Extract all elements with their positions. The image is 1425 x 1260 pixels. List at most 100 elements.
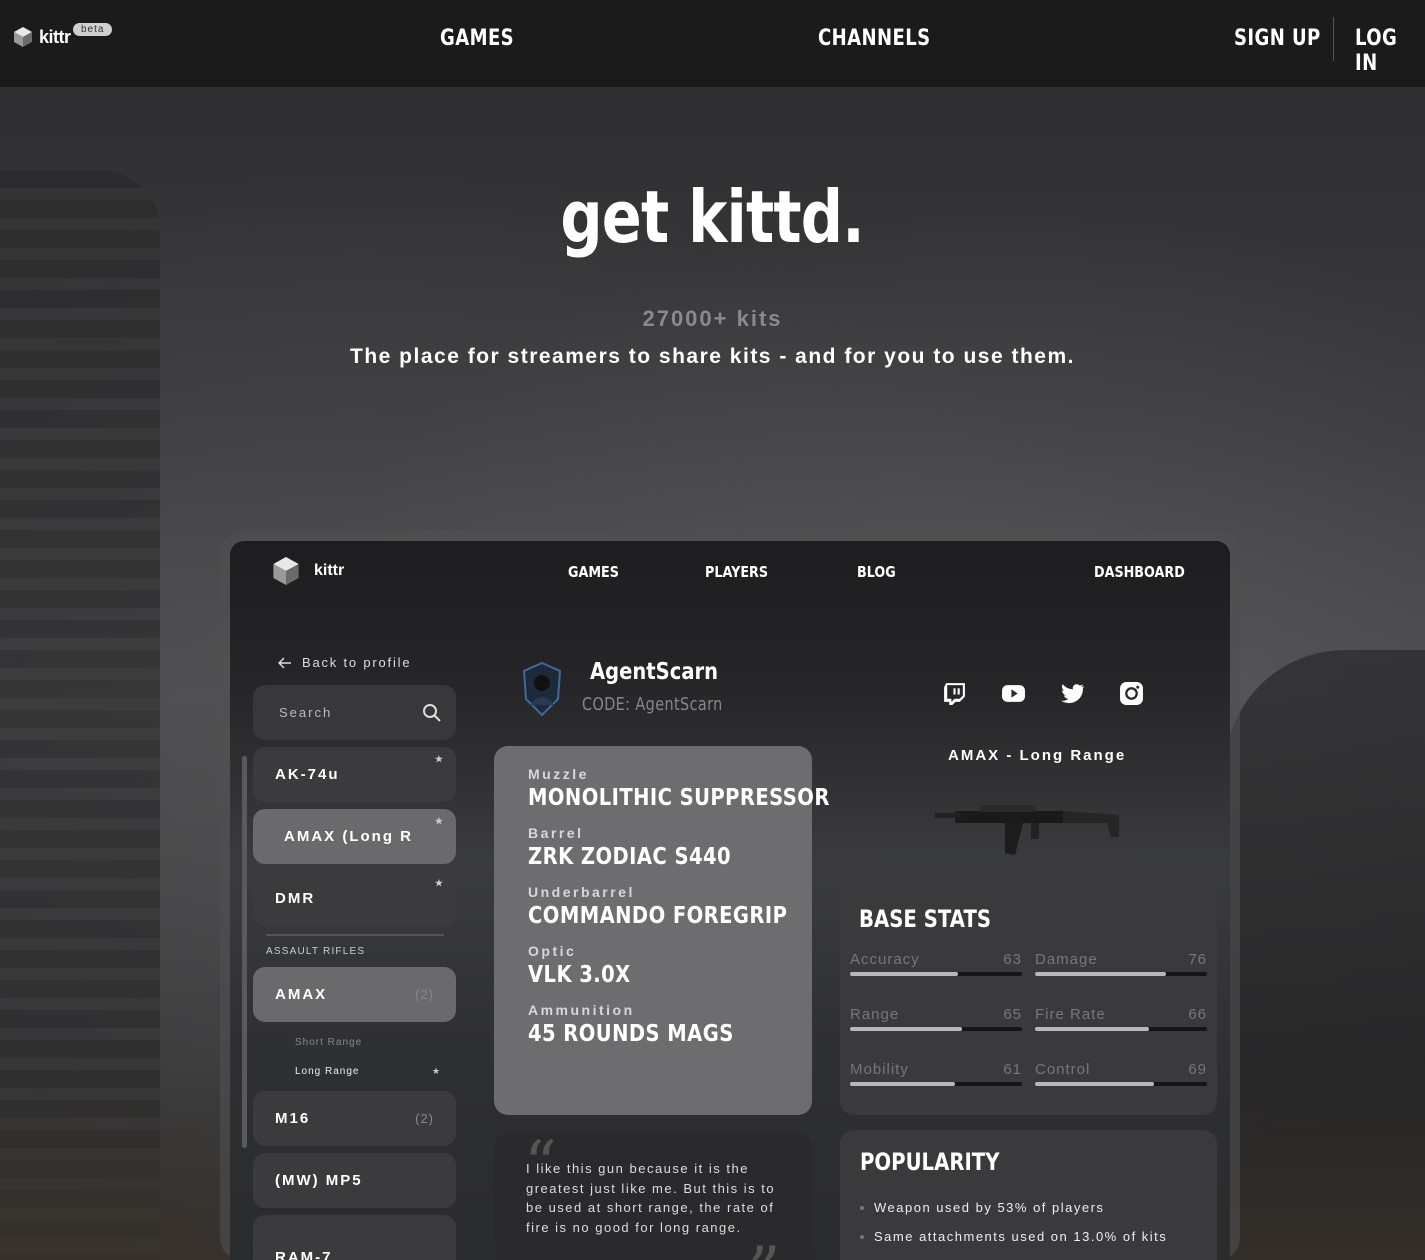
- kit-count-badge: (2): [415, 987, 434, 1002]
- sub-item-short-range[interactable]: Short Range: [295, 1037, 362, 1048]
- hero-title: get kittd.: [560, 175, 865, 259]
- kittr-logo[interactable]: kittr: [13, 26, 71, 48]
- stat-name: Mobility: [850, 1061, 909, 1078]
- sign-up-link[interactable]: SIGN UP: [1234, 26, 1321, 51]
- app-nav-games[interactable]: GAMES: [568, 563, 619, 581]
- category-divider: [266, 934, 444, 936]
- category-label: ASSAULT RIFLES: [266, 946, 366, 957]
- weapon-label: AK-74u: [275, 766, 340, 783]
- nav-games-link[interactable]: GAMES: [440, 26, 514, 51]
- stat-bar-fill: [1035, 1082, 1154, 1086]
- attachment-slot-label: Ammunition: [528, 1002, 635, 1018]
- instagram-icon[interactable]: [1119, 681, 1144, 706]
- app-nav-blog[interactable]: BLOG: [857, 563, 896, 581]
- app-nav-players[interactable]: PLAYERS: [705, 563, 768, 581]
- app-navigation: kittr GAMES PLAYERS BLOG DASHBOARD: [230, 541, 1230, 611]
- weapon-item-amax-long-range[interactable]: AMAX (Long R ★: [253, 809, 456, 864]
- stat-bar: [1035, 1027, 1207, 1031]
- stat-value: 65: [1003, 1006, 1022, 1023]
- stat-item: Control 69: [1035, 1061, 1207, 1086]
- stat-item: Fire Rate 66: [1035, 1006, 1207, 1031]
- stat-name: Damage: [1035, 951, 1098, 968]
- weapon-label: RAM-7: [275, 1249, 333, 1260]
- nav-divider: [1333, 17, 1334, 61]
- attachment-slot: Underbarrel COMMANDO FOREGRIP: [528, 884, 787, 929]
- app-nav-dashboard[interactable]: DASHBOARD: [1094, 563, 1185, 581]
- attachment-slot: Barrel ZRK ZODIAC S440: [528, 825, 778, 870]
- back-to-profile-link[interactable]: Back to profile: [278, 655, 411, 670]
- beta-badge: beta: [73, 23, 113, 36]
- cube-logo-icon: [272, 555, 300, 587]
- twitch-icon[interactable]: [942, 681, 967, 706]
- popularity-item: Weapon used by 53% of players: [860, 1200, 1197, 1215]
- stat-bar: [1035, 972, 1207, 976]
- app-logo[interactable]: kittr: [272, 555, 344, 587]
- weapon-label: (MW) MP5: [275, 1172, 363, 1189]
- weapon-search: [253, 685, 456, 740]
- streamer-quote-card: “ I like this gun because it is the grea…: [494, 1133, 812, 1260]
- attachment-slot-label: Optic: [528, 943, 577, 959]
- streamer-quote: I like this gun because it is the greate…: [526, 1161, 776, 1235]
- stat-item: Accuracy 63: [850, 951, 1022, 976]
- twitter-icon[interactable]: [1060, 681, 1085, 706]
- player-avatar: [522, 661, 562, 717]
- attachment-slot-label: Muzzle: [528, 766, 589, 782]
- stat-grid: Accuracy 63 Damage 76 Range 65 Fire Rate 66 …: [850, 951, 1207, 1086]
- stat-bar-fill: [1035, 972, 1166, 976]
- nav-channels-link[interactable]: CHANNELS: [818, 26, 931, 51]
- search-input[interactable]: [279, 705, 419, 720]
- base-stats-card: BASE STATS Accuracy 63 Damage 76 Range 65 F…: [840, 887, 1217, 1115]
- app-brand-name: kittr: [314, 562, 345, 579]
- stat-bar-fill: [850, 1082, 955, 1086]
- app-preview: kittr GAMES PLAYERS BLOG DASHBOARD Back …: [230, 541, 1230, 1260]
- attachment-slot-label: Underbarrel: [528, 884, 635, 900]
- weapon-label: DMR: [275, 890, 316, 907]
- player-name: AgentScarn: [590, 659, 719, 685]
- close-quote-icon: ”: [748, 1239, 782, 1260]
- weapon-item-ak74u[interactable]: AK-74u ★: [253, 747, 456, 802]
- log-in-link[interactable]: LOG IN: [1355, 26, 1412, 76]
- star-icon: ★: [434, 754, 445, 764]
- stat-bar-fill: [1035, 1027, 1149, 1031]
- attachment-slot: Optic VLK 3.0X: [528, 943, 778, 988]
- weapon-item-amax[interactable]: AMAX (2): [253, 967, 456, 1022]
- kit-count-badge: (2): [415, 1111, 434, 1126]
- stat-value: 66: [1188, 1006, 1207, 1023]
- open-quote-icon: “: [524, 1133, 559, 1202]
- attachment-slot: Muzzle MONOLITHIC SUPPRESSOR: [528, 766, 829, 811]
- weapon-item-ram7[interactable]: RAM-7: [253, 1215, 456, 1260]
- star-icon: ★: [434, 816, 445, 826]
- stat-value: 76: [1188, 951, 1207, 968]
- attachment-slot: Ammunition 45 ROUNDS MAGS: [528, 1002, 778, 1047]
- attachment-name: ZRK ZODIAC S440: [528, 844, 732, 870]
- stat-value: 63: [1003, 951, 1022, 968]
- weapon-kit-title: AMAX - Long Range: [948, 747, 1127, 764]
- stat-item: Range 65: [850, 1006, 1022, 1031]
- stat-bar: [850, 1027, 1022, 1031]
- weapon-item-m16[interactable]: M16 (2): [253, 1091, 456, 1146]
- stat-name: Control: [1035, 1061, 1091, 1078]
- sidebar-scrollbar[interactable]: [242, 756, 247, 1148]
- stat-item: Mobility 61: [850, 1061, 1022, 1086]
- stat-bar-fill: [850, 1027, 962, 1031]
- popularity-card: POPULARITY Weapon used by 53% of players…: [840, 1130, 1217, 1260]
- stat-bar: [1035, 1082, 1207, 1086]
- stat-value: 61: [1003, 1061, 1022, 1078]
- stat-item: Damage 76: [1035, 951, 1207, 976]
- search-icon[interactable]: [422, 703, 442, 723]
- weapon-item-dmr[interactable]: DMR ★: [253, 871, 456, 926]
- weapon-image: [935, 805, 1119, 855]
- stat-name: Range: [850, 1006, 900, 1023]
- stat-name: Accuracy: [850, 951, 920, 968]
- attachments-card: Muzzle MONOLITHIC SUPPRESSOR Barrel ZRK …: [494, 746, 829, 1115]
- stat-bar: [850, 1082, 1022, 1086]
- sub-item-long-range[interactable]: Long Range: [295, 1066, 360, 1077]
- creator-code: CODE: AgentScarn: [582, 694, 723, 715]
- youtube-icon[interactable]: [1001, 681, 1026, 706]
- weapon-item-mp5[interactable]: (MW) MP5: [253, 1153, 456, 1208]
- popularity-item: Same attachments used on 13.0% of kits: [860, 1229, 1197, 1244]
- stat-bar-fill: [850, 972, 959, 976]
- kit-count: 27000+ kits: [642, 306, 783, 331]
- stat-value: 69: [1188, 1061, 1207, 1078]
- stat-bar: [850, 972, 1022, 976]
